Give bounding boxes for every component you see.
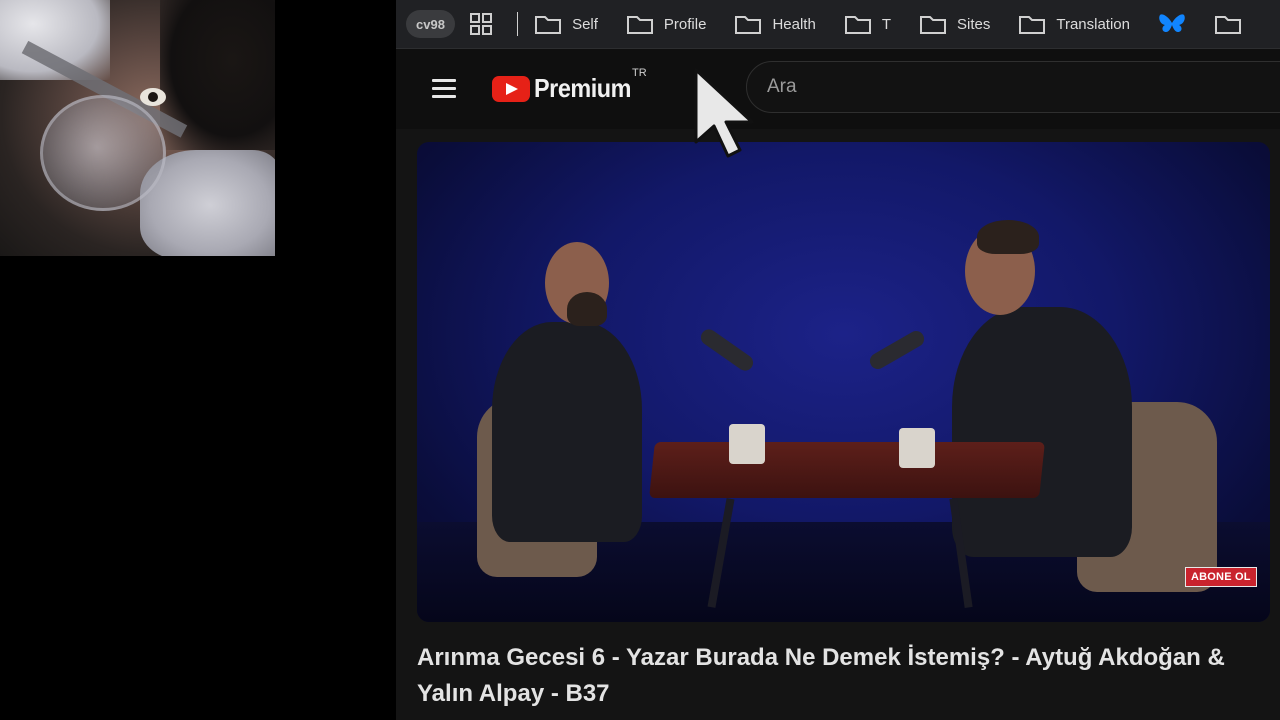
left-guest	[492, 322, 642, 542]
bookmark-folder-t[interactable]: T	[844, 13, 891, 35]
folder-icon	[735, 16, 762, 34]
folder-icon	[1215, 16, 1241, 34]
bookmark-label: T	[881, 15, 891, 33]
search-placeholder: Ara	[767, 76, 797, 97]
left-mug	[729, 424, 765, 464]
region-code: TR	[632, 67, 647, 79]
bookmark-label: Profile	[663, 15, 707, 33]
bookmark-label: Self	[572, 15, 598, 33]
youtube-premium-logo[interactable]: Premium	[492, 73, 642, 104]
bookmarks-bar: cv98 Self Profile Health T Sites Transla…	[396, 0, 1280, 49]
profile-chip[interactable]: cv98	[406, 10, 455, 38]
video-player[interactable]: ABONE OL	[417, 142, 1270, 622]
left-microphone	[697, 326, 757, 374]
browser-window: cv98 Self Profile Health T Sites Transla…	[396, 0, 1280, 720]
person-eye	[140, 88, 166, 106]
right-mug	[899, 428, 935, 468]
subscribe-badge: ABONE OL	[1185, 567, 1257, 587]
folder-icon	[1019, 16, 1046, 34]
mouse-cursor-icon	[694, 68, 754, 158]
folder-icon	[535, 16, 562, 34]
bookmark-label: Sites	[956, 15, 991, 33]
folder-icon	[626, 16, 653, 34]
bookmark-folder-profile[interactable]: Profile	[626, 13, 707, 35]
bookmark-label: Translation	[1056, 15, 1130, 33]
breathing-mask	[40, 95, 166, 211]
butterfly-icon	[1159, 14, 1185, 32]
youtube-play-icon	[492, 75, 530, 102]
apps-grid-icon[interactable]	[469, 12, 493, 36]
bookmark-folder-overflow[interactable]	[1214, 13, 1252, 35]
bookmark-folder-health[interactable]: Health	[734, 13, 816, 35]
folder-icon	[844, 16, 871, 34]
logo-text: Premium	[534, 73, 631, 103]
right-microphone	[867, 328, 927, 372]
menu-icon[interactable]	[432, 79, 456, 99]
webcam-overlay	[0, 0, 275, 256]
folder-icon	[919, 16, 946, 34]
bookmark-label: Health	[772, 15, 816, 33]
studio-table	[649, 442, 1045, 498]
bookmark-folder-self[interactable]: Self	[534, 13, 598, 35]
bookmark-folder-sites[interactable]: Sites	[919, 13, 990, 35]
bookmark-folder-translation[interactable]: Translation	[1018, 13, 1130, 35]
right-guest	[952, 307, 1132, 557]
right-guest-hair	[977, 220, 1039, 254]
youtube-header: Premium TR Ara	[396, 49, 1280, 129]
bluesky-bookmark[interactable]	[1158, 12, 1186, 36]
left-guest-beard	[567, 292, 607, 326]
search-input[interactable]: Ara	[746, 61, 1280, 113]
video-title[interactable]: Arınma Gecesi 6 - Yazar Burada Ne Demek …	[417, 640, 1277, 712]
bookmarks-separator	[516, 12, 519, 36]
